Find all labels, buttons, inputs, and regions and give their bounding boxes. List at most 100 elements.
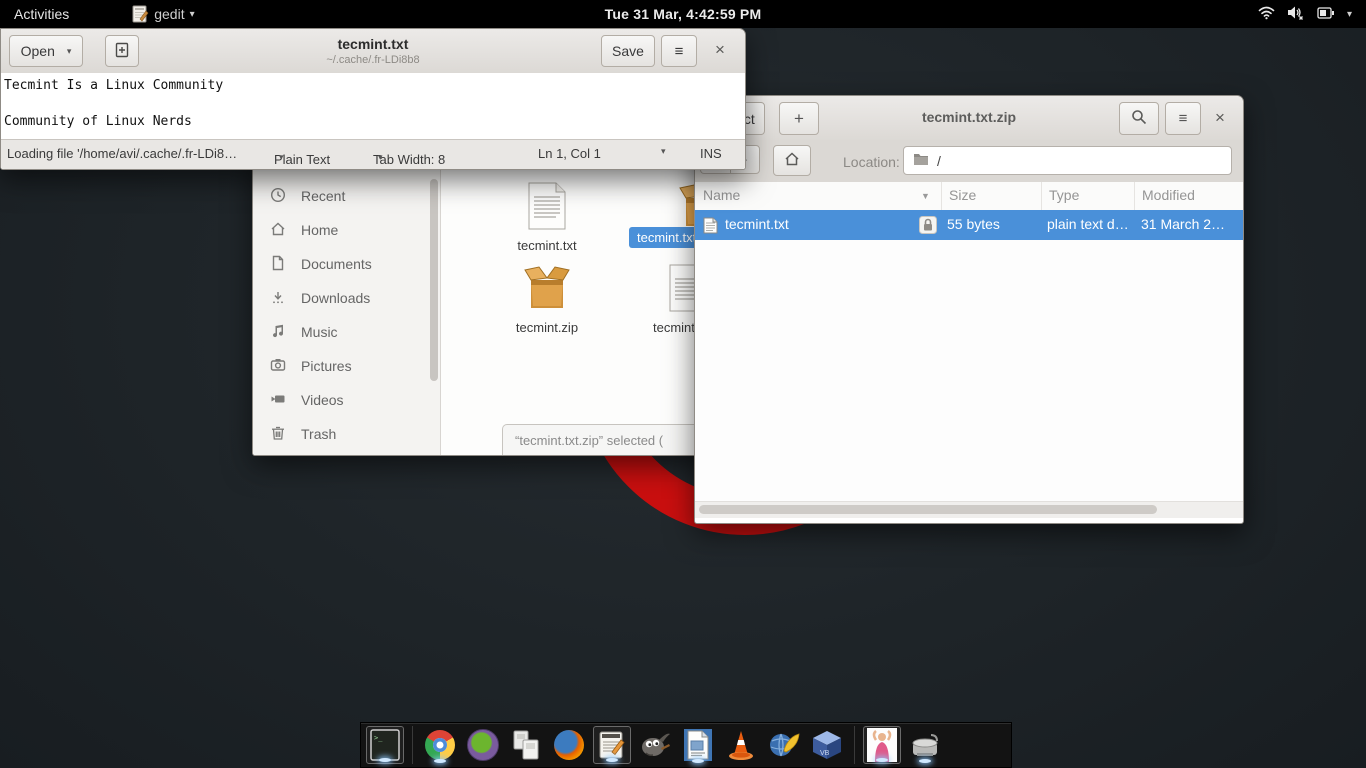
sidebar-item-recent[interactable]: Recent bbox=[253, 179, 457, 213]
row-type: plain text d… bbox=[1047, 216, 1131, 232]
column-header-modified[interactable]: Modified bbox=[1142, 187, 1195, 203]
file-item-tecmint-txt[interactable]: tecmint.txt bbox=[501, 182, 593, 253]
sidebar-item-documents[interactable]: Documents bbox=[253, 247, 457, 281]
chevron-down-icon: ▾ bbox=[67, 46, 72, 57]
terminal-icon[interactable]: >_ bbox=[366, 726, 404, 764]
search-button[interactable] bbox=[1119, 102, 1159, 135]
home-icon bbox=[784, 151, 800, 170]
sidebar-item-label: Documents bbox=[301, 256, 372, 272]
table-row[interactable]: tecmint.txt 55 bytes plain text d… 31 Ma… bbox=[695, 210, 1243, 240]
svg-text:VB: VB bbox=[820, 750, 830, 757]
sidebar-item-label: Home bbox=[301, 222, 338, 238]
sidebar-item-pictures[interactable]: Pictures bbox=[253, 349, 457, 383]
music-icon bbox=[270, 323, 286, 342]
sidebar-item-label: Music bbox=[301, 324, 338, 340]
chrome-icon[interactable] bbox=[421, 726, 459, 764]
horizontal-scrollbar[interactable] bbox=[695, 501, 1243, 518]
file-item-tecmint-zip[interactable]: tecmint.zip bbox=[501, 264, 593, 335]
overwrite-mode-indicator[interactable]: INS bbox=[700, 146, 722, 161]
home-button[interactable] bbox=[773, 145, 811, 176]
chevron-down-icon: ▾ bbox=[279, 152, 284, 163]
text-editor-area[interactable]: Tecmint Is a Linux Community Community o… bbox=[1, 73, 745, 143]
close-button[interactable]: × bbox=[705, 35, 735, 65]
title-area: tecmint.txt ~/.cache/.fr-LDi8b8 bbox=[201, 32, 545, 66]
home-icon bbox=[270, 221, 286, 240]
sort-descending-icon[interactable]: ▼ bbox=[921, 191, 930, 201]
location-value: / bbox=[937, 153, 941, 169]
chevron-down-icon: ▾ bbox=[1347, 9, 1352, 20]
sidebar-item-label: Videos bbox=[301, 392, 344, 408]
row-name: tecmint.txt bbox=[725, 216, 789, 232]
gimp-icon[interactable] bbox=[636, 726, 674, 764]
location-label: Location: bbox=[843, 154, 900, 170]
sidebar-item-downloads[interactable]: Downloads bbox=[253, 281, 457, 315]
sidebar-item-label: Pictures bbox=[301, 358, 352, 374]
open-button[interactable]: Open ▾ bbox=[9, 35, 83, 67]
document-path: ~/.cache/.fr-LDi8b8 bbox=[201, 54, 545, 66]
menu-button[interactable]: ≡ bbox=[1165, 102, 1201, 135]
sidebar-item-videos[interactable]: Videos bbox=[253, 383, 457, 417]
volume-muted-icon bbox=[1287, 5, 1305, 23]
trash-icon bbox=[270, 425, 286, 444]
new-document-button[interactable] bbox=[105, 35, 139, 67]
row-size: 55 bytes bbox=[947, 216, 1000, 232]
save-button[interactable]: Save bbox=[601, 35, 655, 67]
text-line-3: Community of Linux Nerds bbox=[4, 114, 192, 129]
tor-browser-icon[interactable] bbox=[464, 726, 502, 764]
image-viewer-icon[interactable] bbox=[863, 726, 901, 764]
archive-headerbar: Extract + tecmint.txt.zip ≡ × bbox=[695, 96, 1243, 141]
text-file-icon bbox=[526, 217, 568, 234]
open-button-label: Open bbox=[21, 43, 55, 59]
text-file-icon bbox=[703, 217, 718, 237]
dock-separator bbox=[854, 726, 855, 764]
sidebar-item-music[interactable]: Music bbox=[253, 315, 457, 349]
document-title: tecmint.txt bbox=[201, 36, 545, 52]
camera-icon bbox=[270, 357, 286, 376]
archive-file-list[interactable] bbox=[695, 240, 1243, 501]
sidebar-item-trash[interactable]: Trash bbox=[253, 417, 457, 451]
system-status-area[interactable]: ▾ bbox=[1258, 5, 1366, 23]
archive-manager-window: Extract + tecmint.txt.zip ≡ × ‹ › Locati… bbox=[694, 95, 1244, 524]
new-document-icon bbox=[114, 42, 130, 61]
row-modified: 31 March 2… bbox=[1141, 216, 1237, 232]
text-line-1: Tecmint Is a Linux Community bbox=[4, 78, 223, 93]
sidebar-item-label: Recent bbox=[301, 188, 345, 204]
chevron-down-icon: ▾ bbox=[378, 152, 383, 163]
firefox-icon[interactable] bbox=[550, 726, 588, 764]
file-manager-icon[interactable] bbox=[507, 726, 545, 764]
web-browser-icon[interactable] bbox=[765, 726, 803, 764]
tab-width-label: Tab Width: 8 bbox=[373, 152, 445, 167]
table-header: Name ▼ Size Type Modified bbox=[695, 182, 1243, 211]
add-files-button[interactable]: + bbox=[779, 102, 819, 135]
gedit-headerbar: Open ▾ tecmint.txt ~/.cache/.fr-LDi8b8 S… bbox=[1, 29, 745, 74]
libreoffice-icon[interactable] bbox=[679, 726, 717, 764]
svg-text:>_: >_ bbox=[374, 734, 383, 742]
dock: >_ VB bbox=[360, 722, 1012, 768]
document-icon bbox=[270, 255, 286, 274]
column-header-size[interactable]: Size bbox=[949, 187, 976, 203]
printer-icon[interactable] bbox=[906, 726, 944, 764]
vlc-icon[interactable] bbox=[722, 726, 760, 764]
download-icon bbox=[270, 289, 286, 308]
archive-icon bbox=[523, 299, 571, 316]
file-label: tecmint.zip bbox=[501, 320, 593, 335]
location-input[interactable]: / bbox=[903, 146, 1232, 175]
virtualbox-icon[interactable]: VB bbox=[808, 726, 846, 764]
sidebar-item-label: Downloads bbox=[301, 290, 370, 306]
gedit-statusbar: Loading file '/home/avi/.cache/.fr-LDi8…… bbox=[1, 139, 745, 169]
selection-status-text: “tecmint.txt.zip” selected ( bbox=[515, 433, 663, 448]
wifi-icon bbox=[1258, 5, 1275, 23]
clock[interactable]: Tue 31 Mar, 4:42:59 PM bbox=[0, 6, 1366, 22]
menu-button[interactable]: ≡ bbox=[661, 35, 697, 67]
files-window: Recent Home Documents Downloads Music Pi… bbox=[252, 148, 762, 456]
text-editor-icon[interactable] bbox=[593, 726, 631, 764]
search-icon bbox=[1131, 109, 1147, 128]
close-button[interactable]: × bbox=[1205, 103, 1235, 133]
encrypted-lock-icon bbox=[919, 216, 937, 237]
cursor-position[interactable]: Ln 1, Col 1 bbox=[538, 146, 601, 161]
sidebar-item-home[interactable]: Home bbox=[253, 213, 457, 247]
scrollbar-thumb[interactable] bbox=[699, 505, 1157, 514]
column-header-type[interactable]: Type bbox=[1049, 187, 1079, 203]
column-header-name[interactable]: Name bbox=[703, 187, 740, 203]
sidebar-scrollbar[interactable] bbox=[430, 179, 438, 381]
